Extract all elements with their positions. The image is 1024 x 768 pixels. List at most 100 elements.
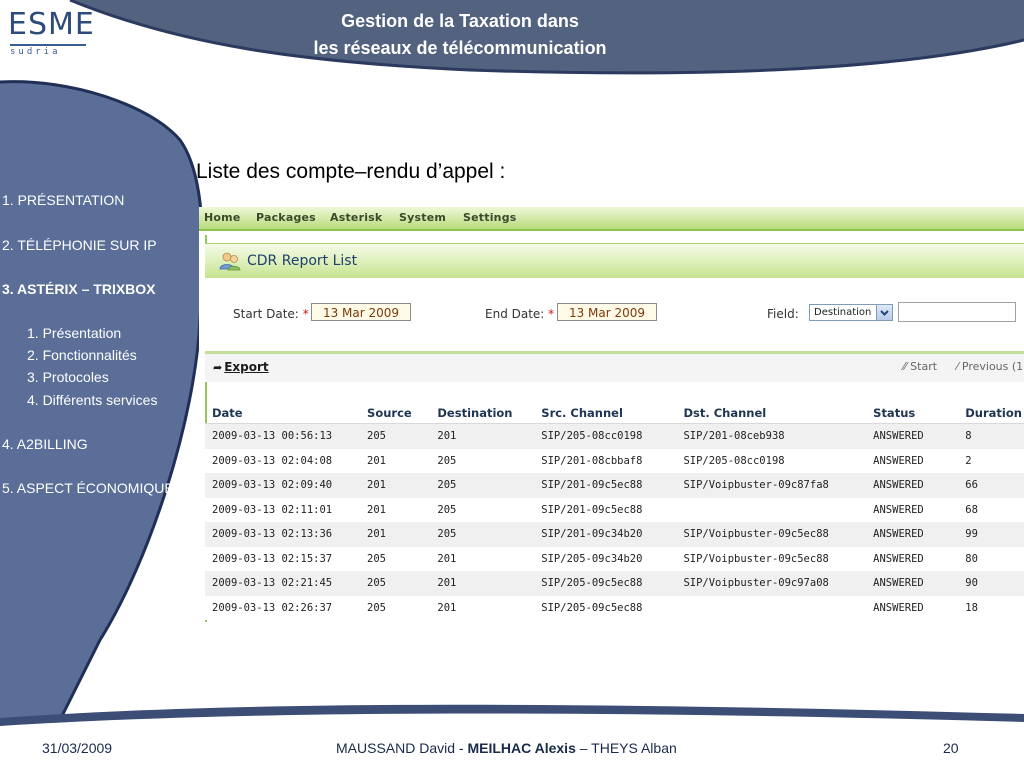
table-row[interactable]: 2009-03-13 02:09:40 201 205 SIP/201-09c5ec8… — [205, 473, 1024, 498]
pager-previous[interactable]: ⁄ Previous (1 - — [957, 360, 1024, 373]
table-cell: SIP/205-09c5ec88 — [534, 571, 677, 596]
menu-packages[interactable]: Packages — [256, 211, 316, 224]
table-cell: SIP/201-09c34b20 — [534, 522, 677, 547]
table-cell: SIP/205-09c5ec88 — [534, 595, 677, 620]
start-date-label: Start Date: * — [233, 307, 309, 321]
table-cell: 2009-03-13 02:26:37 — [205, 595, 361, 620]
table-cell: SIP/201-08cbbaf8 — [534, 448, 677, 473]
table-cell — [676, 497, 867, 522]
table-cell: 2009-03-13 00:56:13 — [205, 423, 361, 449]
menu-system[interactable]: System — [399, 211, 446, 224]
nav-item-presentation[interactable]: 1. PRÉSENTATION — [2, 192, 124, 208]
table-cell: 201 — [430, 571, 535, 596]
table-row[interactable]: 2009-03-13 00:56:13 205 201 SIP/205-08cc019… — [205, 423, 1024, 449]
export-link[interactable]: ➦ Export — [213, 360, 269, 374]
table-cell: 201 — [360, 473, 431, 498]
nav-subitem-presentation[interactable]: 1. Présentation — [27, 325, 121, 341]
nav-subitem-services[interactable]: 4. Différents services — [27, 392, 157, 408]
table-cell: 2009-03-13 02:13:36 — [205, 522, 361, 547]
table-cell: 201 — [430, 546, 535, 571]
sidebar-nav: 1. PRÉSENTATION 2. TÉLÉPHONIE SUR IP 3. … — [0, 0, 195, 720]
table-cell: 2 — [958, 448, 1024, 473]
nav-item-asterix[interactable]: 3. ASTÉRIX – TRIXBOX — [2, 281, 156, 297]
panel-header: CDR Report List — [205, 243, 1024, 279]
pager-start[interactable]: ⁄⁄ Start — [903, 360, 945, 373]
table-cell: 201 — [360, 497, 431, 522]
table-cell: 201 — [430, 423, 535, 449]
export-bar: ➦ Export ⁄⁄ Start ⁄ Previous (1 - — [205, 351, 1024, 382]
table-cell: 66 — [958, 473, 1024, 498]
column-header[interactable]: Status — [866, 403, 959, 424]
table-row[interactable]: 2009-03-13 02:13:36 201 205 SIP/201-09c34b2… — [205, 522, 1024, 547]
nav-item-economique[interactable]: 5. ASPECT ÉCONOMIQUE — [2, 480, 174, 496]
table-row[interactable]: 2009-03-13 02:11:01 201 205 SIP/201-09c5ec8… — [205, 497, 1024, 522]
nav-item-telephonie[interactable]: 2. TÉLÉPHONIE SUR IP — [2, 237, 157, 253]
menu-settings[interactable]: Settings — [463, 211, 517, 224]
table-cell: 2009-03-13 02:15:37 — [205, 546, 361, 571]
end-date-label: End Date: * — [485, 307, 555, 321]
table-cell: SIP/205-09c34b20 — [534, 546, 677, 571]
table-cell: 90 — [958, 571, 1024, 596]
start-date-input[interactable]: 13 Mar 2009 — [311, 303, 411, 321]
column-header[interactable]: Destination — [430, 403, 535, 424]
table-cell: SIP/201-08ceb938 — [676, 423, 867, 449]
table-cell: 205 — [360, 546, 431, 571]
table-cell: ANSWERED — [866, 522, 959, 547]
content-heading: Liste des compte–rendu d’appel : — [196, 160, 506, 183]
arrow-icon: ➦ — [213, 361, 223, 374]
table-cell: ANSWERED — [866, 448, 959, 473]
table-cell: 2009-03-13 02:04:08 — [205, 448, 361, 473]
table-cell — [676, 595, 867, 620]
table-cell: 99 — [958, 522, 1024, 547]
menu-home[interactable]: Home — [204, 211, 241, 224]
table-cell: ANSWERED — [866, 473, 959, 498]
table-row[interactable]: 2009-03-13 02:26:37 205 201 SIP/205-09c5ec8… — [205, 595, 1024, 620]
table-cell: 68 — [958, 497, 1024, 522]
column-header[interactable]: Dst. Channel — [676, 403, 867, 424]
column-header[interactable]: Src. Channel — [534, 403, 677, 424]
table-cell: SIP/201-09c5ec88 — [534, 497, 677, 522]
footer-date: 31/03/2009 — [42, 740, 113, 756]
slide-title: Gestion de la Taxation dans les réseaux … — [240, 8, 680, 62]
table-header-row: Date Source Destination Src. Channel Dst. Ch… — [205, 403, 1024, 424]
footer-page-number: 20 — [943, 740, 959, 756]
table-cell: 205 — [430, 473, 535, 498]
table-cell: ANSWERED — [866, 595, 959, 620]
table-cell: 201 — [360, 448, 431, 473]
table-cell: 205 — [430, 497, 535, 522]
nav-subitem-fonctionnalites[interactable]: 2. Fonctionnalités — [27, 347, 137, 363]
table-cell: SIP/Voipbuster-09c5ec88 — [676, 546, 867, 571]
column-header[interactable]: Duration — [958, 403, 1024, 424]
table-cell: ANSWERED — [866, 571, 959, 596]
table-cell: SIP/205-08cc0198 — [676, 448, 867, 473]
chevron-down-icon[interactable] — [876, 305, 892, 320]
column-header[interactable]: Source — [360, 403, 431, 424]
table-cell: 80 — [958, 546, 1024, 571]
menu-asterisk[interactable]: Asterisk — [330, 211, 382, 224]
table-cell: 205 — [430, 448, 535, 473]
table-cell: ANSWERED — [866, 423, 959, 449]
table-row[interactable]: 2009-03-13 02:21:45 205 201 SIP/205-09c5ec8… — [205, 571, 1024, 596]
table-cell: 205 — [360, 595, 431, 620]
table-row[interactable]: 2009-03-13 02:15:37 205 201 SIP/205-09c34b2… — [205, 546, 1024, 571]
cdr-app-window: Home Packages Asterisk System Settings C… — [199, 207, 1024, 622]
table-cell: SIP/201-09c5ec88 — [534, 473, 677, 498]
nav-subitem-protocoles[interactable]: 3. Protocoles — [27, 369, 109, 385]
table-cell: 8 — [958, 423, 1024, 449]
table-cell: 2009-03-13 02:09:40 — [205, 473, 361, 498]
table-row[interactable]: 2009-03-13 02:04:08 201 205 SIP/201-08cbbaf… — [205, 448, 1024, 473]
table-cell: ANSWERED — [866, 497, 959, 522]
table-cell: 2009-03-13 02:11:01 — [205, 497, 361, 522]
table-cell: SIP/205-08cc0198 — [534, 423, 677, 449]
panel-title: CDR Report List — [247, 253, 358, 269]
column-header[interactable]: Date — [205, 403, 361, 424]
end-date-input[interactable]: 13 Mar 2009 — [557, 303, 657, 321]
table-cell: SIP/Voipbuster-09c97a08 — [676, 571, 867, 596]
nav-item-a2billing[interactable]: 4. A2BILLING — [2, 436, 88, 452]
field-search-input[interactable] — [898, 302, 1016, 322]
table-cell: 2009-03-13 02:21:45 — [205, 571, 361, 596]
table-cell: 201 — [430, 595, 535, 620]
field-select[interactable]: Destination — [809, 304, 893, 321]
footer-authors: MAUSSAND David - MEILHAC Alexis – THEYS … — [336, 740, 677, 756]
app-menu-bar: Home Packages Asterisk System Settings — [199, 207, 1024, 231]
